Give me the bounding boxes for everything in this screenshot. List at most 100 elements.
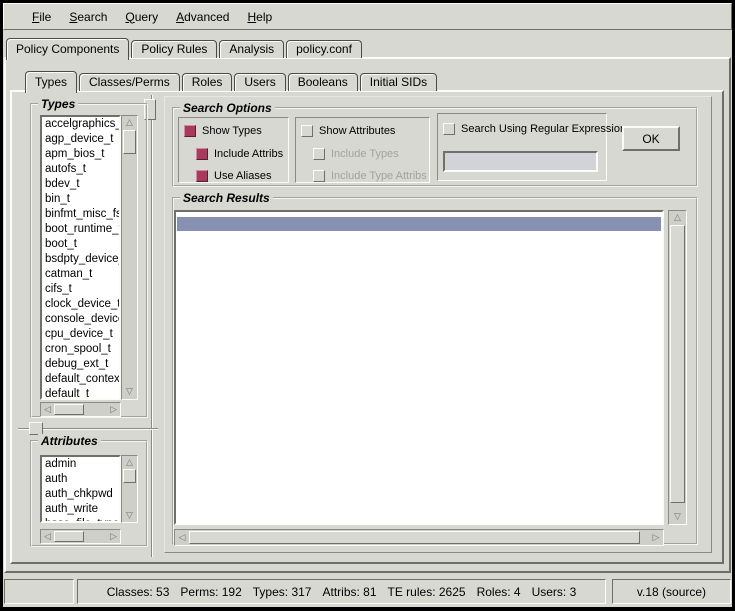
attribute-list-item[interactable]: auth_chkpwd — [42, 487, 119, 502]
type-list-item[interactable]: boot_runtime_t — [42, 222, 119, 237]
results-vscrollbar[interactable]: △ ▽ — [668, 210, 687, 525]
scroll-trough[interactable] — [669, 503, 686, 510]
results-hscrollbar[interactable]: ◁ ▷ — [174, 529, 664, 546]
stat-types: Types: 317 — [253, 585, 312, 599]
app-window: File Search Query Advanced Help Policy C… — [0, 0, 735, 611]
types-hscrollbar[interactable]: ◁ ▷ — [40, 402, 121, 417]
menu-file[interactable]: File — [23, 8, 60, 26]
scroll-thumb[interactable] — [123, 469, 136, 483]
attribute-list-item[interactable]: auth — [42, 472, 119, 487]
regex-checkbox[interactable]: Search Using Regular Expression — [443, 122, 626, 136]
show-attributes-checkbox[interactable]: Show Attributes — [301, 124, 395, 138]
include-types-checkbox: Include Types — [313, 147, 399, 161]
scroll-right-icon[interactable]: ▷ — [107, 403, 120, 416]
tab-types[interactable]: Types — [25, 71, 77, 93]
scroll-down-icon[interactable]: ▽ — [122, 385, 137, 399]
type-list-item[interactable]: agp_device_t — [42, 132, 119, 147]
type-list-item[interactable]: bsdpty_device_ — [42, 252, 119, 267]
types-vscrollbar[interactable]: △ ▽ — [121, 115, 138, 400]
scroll-right-icon[interactable]: ▷ — [107, 530, 120, 543]
type-list-item[interactable]: debug_ext_t — [42, 357, 119, 372]
checkbox-indicator — [313, 170, 325, 182]
type-list-item[interactable]: bin_t — [42, 192, 119, 207]
search-results-title: Search Results — [180, 191, 273, 205]
type-list-item[interactable]: cron_spool_t — [42, 342, 119, 357]
use-aliases-checkbox[interactable]: Use Aliases — [196, 169, 271, 183]
scroll-trough[interactable] — [122, 154, 137, 385]
attributes-panel-title: Attributes — [38, 434, 101, 448]
scroll-left-icon[interactable]: ◁ — [41, 403, 54, 416]
type-list-item[interactable]: clock_device_t — [42, 297, 119, 312]
type-list-item[interactable]: bdev_t — [42, 177, 119, 192]
checkbox-indicator — [196, 170, 208, 182]
scroll-left-icon[interactable]: ◁ — [175, 530, 189, 545]
tab-policy-conf[interactable]: policy.conf — [286, 40, 362, 58]
show-types-checkbox[interactable]: Show Types — [184, 124, 262, 138]
type-list-item[interactable]: binfmt_misc_fs — [42, 207, 119, 222]
scroll-thumb[interactable] — [54, 404, 84, 415]
tab-users[interactable]: Users — [234, 73, 285, 91]
tab-roles[interactable]: Roles — [182, 73, 233, 91]
attributes-hscrollbar[interactable]: ◁ ▷ — [40, 529, 121, 544]
scroll-up-icon[interactable]: △ — [122, 116, 137, 130]
scroll-up-icon[interactable]: △ — [669, 211, 686, 225]
menu-query[interactable]: Query — [116, 8, 167, 26]
checkbox-label: Search Using Regular Expression — [461, 123, 626, 135]
tab-initial-sids[interactable]: Initial SIDs — [360, 73, 437, 91]
tab-policy-rules[interactable]: Policy Rules — [131, 40, 217, 58]
tab-booleans[interactable]: Booleans — [288, 73, 358, 91]
scroll-thumb[interactable] — [123, 130, 136, 154]
scroll-thumb[interactable] — [54, 531, 84, 542]
regex-input[interactable] — [443, 151, 598, 172]
attributes-vscrollbar[interactable]: △ ▽ — [121, 455, 138, 523]
type-list-item[interactable]: cifs_t — [42, 282, 119, 297]
attribute-list-item[interactable]: base_file_type — [42, 517, 119, 523]
menu-advanced[interactable]: Advanced — [167, 8, 238, 26]
attribute-list-item[interactable]: auth_write — [42, 502, 119, 517]
type-list-item[interactable]: default_t — [42, 387, 119, 400]
status-left-panel — [4, 579, 74, 604]
checkbox-label: Include Type Attribs — [331, 170, 427, 182]
attribute-list-item[interactable]: admin — [42, 457, 119, 472]
scroll-trough[interactable] — [122, 483, 137, 509]
scroll-trough[interactable] — [84, 530, 107, 543]
menu-search[interactable]: Search — [60, 8, 116, 26]
tab-policy-components[interactable]: Policy Components — [6, 38, 129, 60]
scroll-left-icon[interactable]: ◁ — [41, 530, 54, 543]
type-list-item[interactable]: autofs_t — [42, 162, 119, 177]
type-list-item[interactable]: apm_bios_t — [42, 147, 119, 162]
menu-help[interactable]: Help — [238, 8, 281, 26]
types-listbox[interactable]: accelgraphics_eagp_device_tapm_bios_taut… — [40, 115, 121, 400]
type-list-item[interactable]: accelgraphics_e — [42, 117, 119, 132]
checkbox-label: Use Aliases — [214, 170, 271, 182]
checkbox-indicator — [443, 123, 455, 135]
search-results-textarea[interactable] — [174, 210, 664, 525]
type-list-item[interactable]: console_device — [42, 312, 119, 327]
scroll-right-icon[interactable]: ▷ — [649, 530, 663, 545]
scroll-trough[interactable] — [640, 530, 649, 545]
type-list-item[interactable]: cpu_device_t — [42, 327, 119, 342]
tab-classes-perms[interactable]: Classes/Perms — [79, 73, 180, 91]
ok-button[interactable]: OK — [622, 126, 680, 151]
type-list-item[interactable]: boot_t — [42, 237, 119, 252]
checkbox-indicator — [184, 125, 196, 137]
type-list-item[interactable]: catman_t — [42, 267, 119, 282]
main-tab-bar: Policy Components Policy Rules Analysis … — [6, 35, 364, 58]
stat-roles: Roles: 4 — [477, 585, 521, 599]
include-attribs-checkbox[interactable]: Include Attribs — [196, 147, 283, 161]
checkbox-indicator — [301, 125, 313, 137]
types-panel-title: Types — [38, 97, 78, 111]
tab-analysis[interactable]: Analysis — [219, 40, 284, 58]
scroll-down-icon[interactable]: ▽ — [122, 509, 137, 522]
search-options-title: Search Options — [180, 101, 275, 115]
scroll-down-icon[interactable]: ▽ — [669, 510, 686, 524]
stat-attribs: Attribs: 81 — [322, 585, 376, 599]
scroll-up-icon[interactable]: △ — [122, 456, 137, 469]
scroll-thumb[interactable] — [189, 531, 640, 544]
stat-users: Users: 3 — [532, 585, 577, 599]
attributes-listbox[interactable]: adminauthauth_chkpwdauth_writebase_file_… — [40, 455, 121, 523]
scroll-thumb[interactable] — [670, 225, 685, 503]
scroll-trough[interactable] — [84, 403, 107, 416]
stat-classes: Classes: 53 — [107, 585, 170, 599]
type-list-item[interactable]: default_context — [42, 372, 119, 387]
